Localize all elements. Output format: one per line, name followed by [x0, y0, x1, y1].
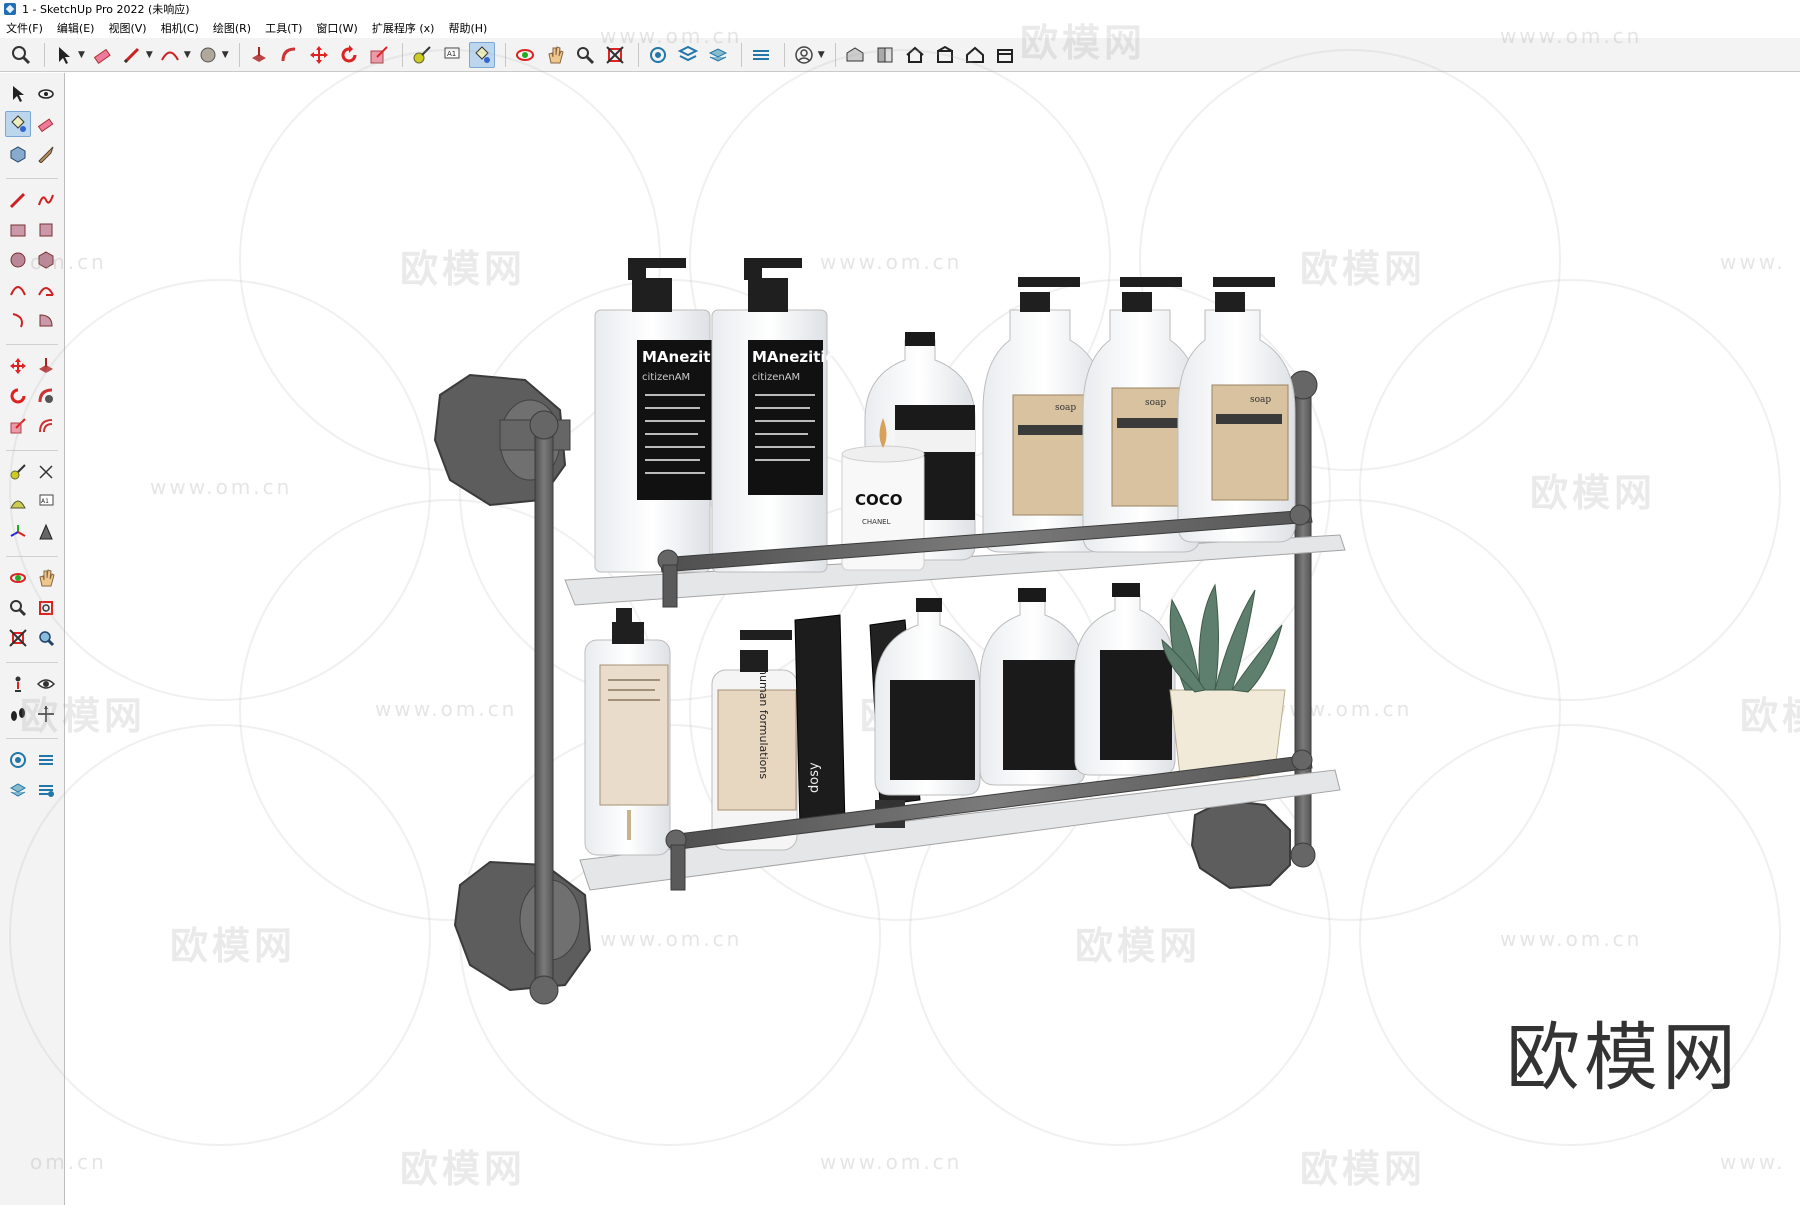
wall-mount-bottom-right — [1190, 798, 1291, 890]
bottle-black-label-2 — [979, 588, 1086, 786]
pump-bottle-kraft-3: soap — [1177, 277, 1296, 543]
pump-bottle-medium: human formulations — [711, 630, 798, 851]
tube-black-1: dosy — [794, 614, 846, 831]
kraft-label-3: soap — [1250, 395, 1271, 405]
pump-bottle-b: MAnezitic citizenAM — [711, 258, 834, 573]
bathroom-shelf-model: MAnezitic citizenAM MAnezitic citizenAM — [433, 258, 1346, 1005]
lower-bottle-label: human formulations — [757, 668, 770, 779]
bottle-black-label-3 — [1074, 583, 1176, 776]
pump-b-label: MAnezitic — [752, 348, 834, 366]
pump-bottle-tall — [584, 608, 671, 856]
pump-bottle-a: MAnezitic citizenAM — [594, 258, 724, 573]
candle-label: COCO — [855, 491, 903, 509]
candle-sublabel: CHANEL — [862, 518, 891, 526]
kraft-label-1: soap — [1055, 403, 1076, 413]
wall-mount-bottom-left — [453, 860, 592, 992]
left-post — [534, 429, 554, 991]
potted-plant — [1161, 583, 1286, 780]
kraft-label-2: soap — [1145, 398, 1166, 408]
pump-a-label-2: citizenAM — [642, 372, 690, 383]
pump-b-label-2: citizenAM — [752, 372, 800, 383]
tube-label: dosy — [807, 762, 822, 793]
